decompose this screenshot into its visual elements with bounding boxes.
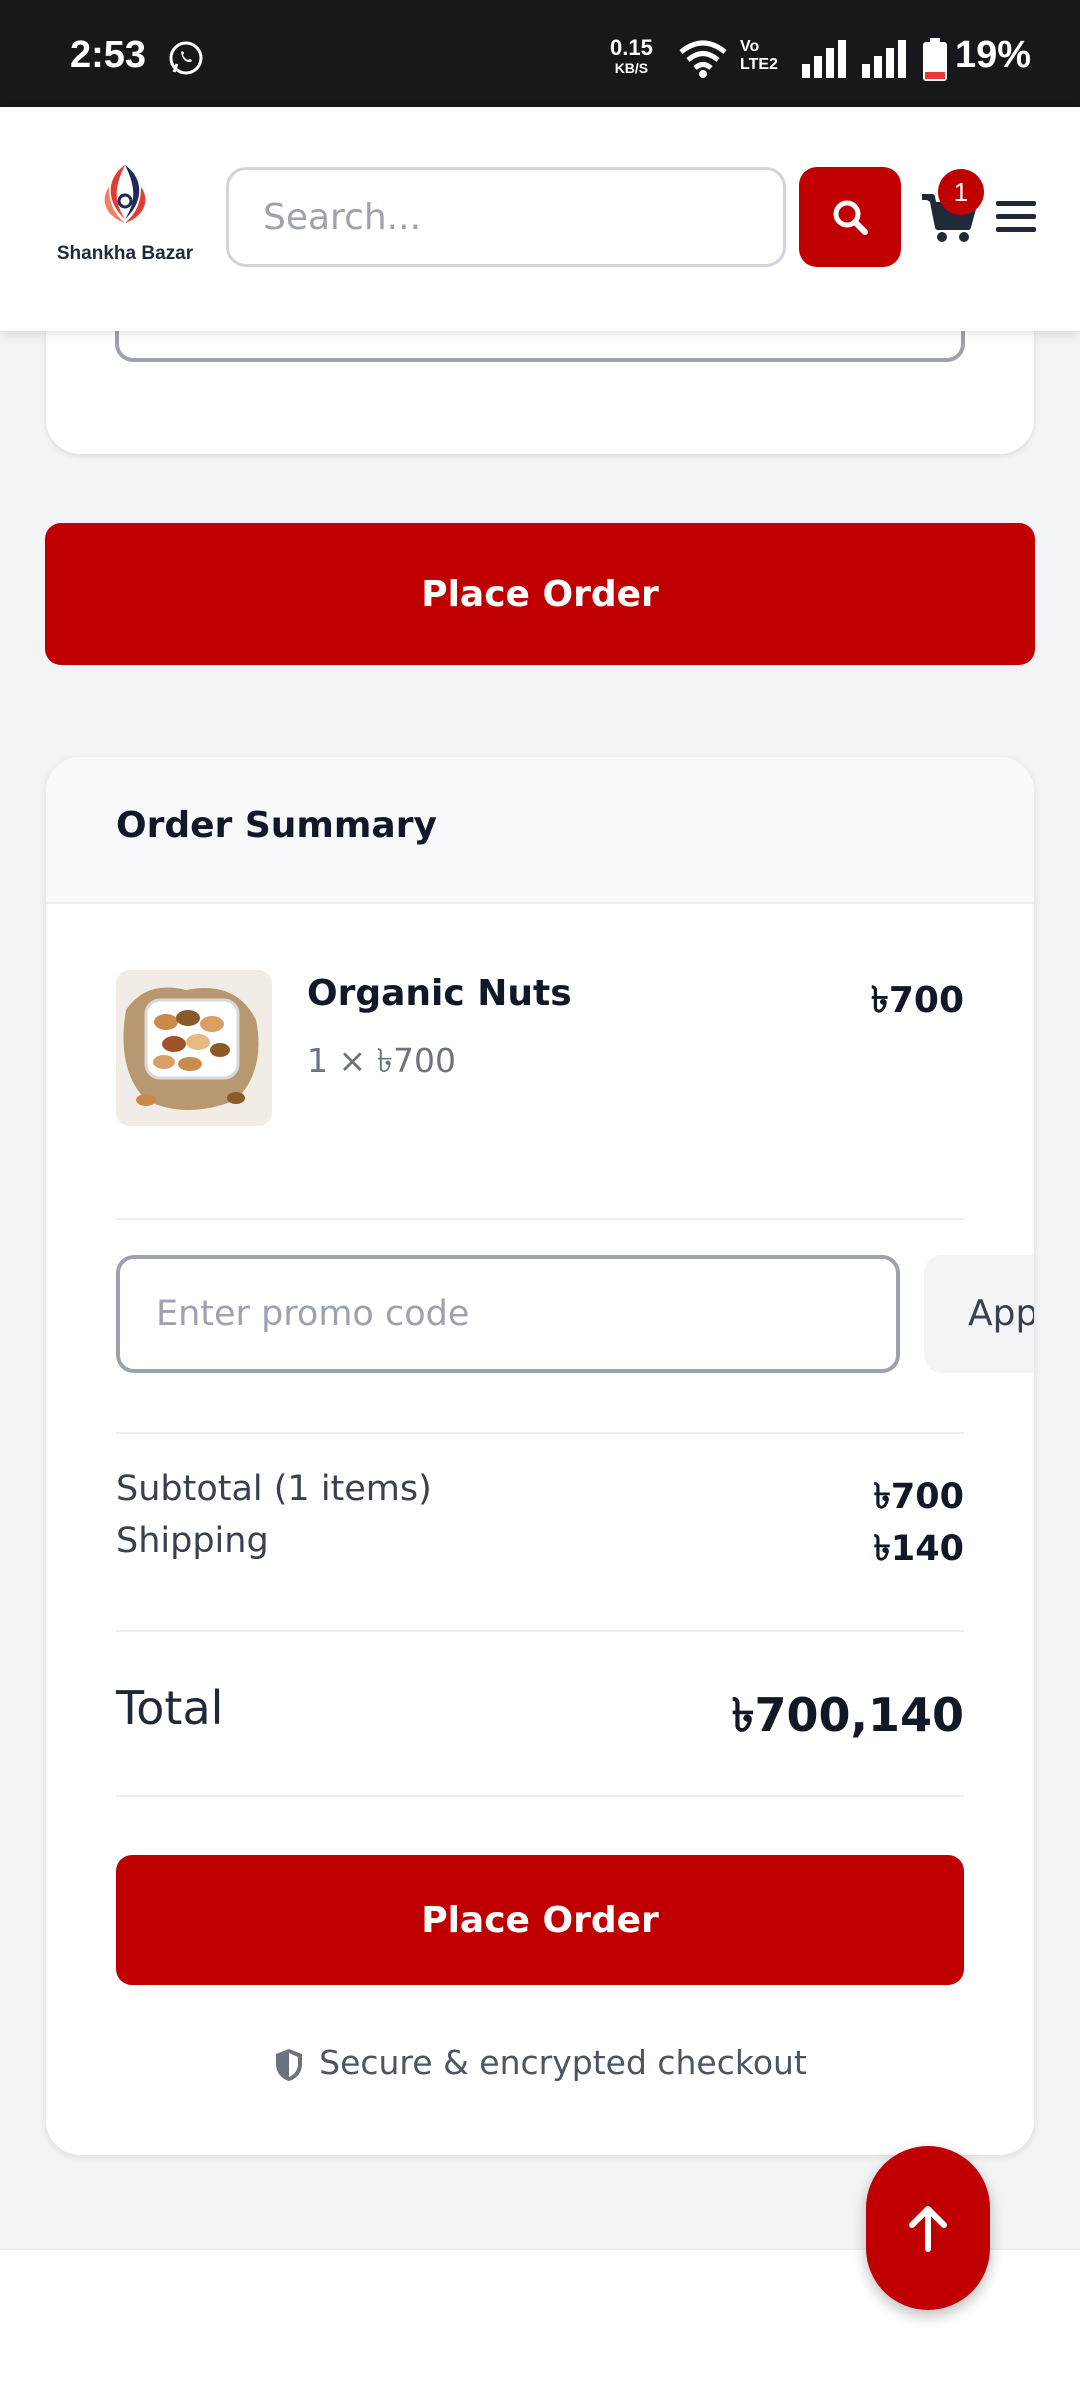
divider — [116, 1432, 964, 1434]
search-button[interactable] — [799, 167, 901, 267]
subtotal-value: ৳700 — [873, 1477, 965, 1517]
place-order-button[interactable]: Place Order — [45, 523, 1035, 665]
place-order-button-summary[interactable]: Place Order — [116, 1855, 964, 1985]
volte-indicator: Vo LTE2 — [740, 38, 778, 74]
logo[interactable]: Shankha Bazar — [45, 157, 205, 297]
product-thumbnail — [116, 970, 272, 1126]
secure-checkout-note: Secure & encrypted checkout — [46, 2043, 1034, 2083]
logo-text: Shankha Bazar — [56, 243, 194, 264]
arrow-up-icon — [909, 2206, 947, 2252]
shipping-value: ৳140 — [873, 1529, 965, 1569]
divider — [116, 1630, 964, 1632]
status-time: 2:53 — [70, 34, 147, 76]
subtotal-label: Subtotal (1 items) — [116, 1469, 432, 1509]
shipping-label: Shipping — [116, 1521, 269, 1561]
whatsapp-icon — [169, 41, 203, 75]
order-summary-title: Order Summary — [116, 805, 437, 846]
speed-value: 0.15 — [610, 35, 653, 60]
divider — [116, 1795, 964, 1797]
shankha-logo-icon — [104, 165, 146, 223]
total-value: ৳700,140 — [731, 1688, 964, 1742]
secure-checkout-text: Secure & encrypted checkout — [319, 2043, 807, 2082]
promo-code-input[interactable] — [116, 1255, 900, 1373]
nuts-image — [116, 970, 272, 1126]
cart-count-badge: 1 — [938, 169, 984, 215]
total-label: Total — [116, 1681, 224, 1735]
order-summary-header: Order Summary — [46, 757, 1034, 904]
status-bar: 2:53 0.15 KB/S Vo LTE2 19% — [0, 0, 1080, 107]
shield-icon — [276, 2048, 303, 2081]
menu-icon[interactable] — [994, 197, 1038, 237]
apply-promo-button[interactable]: Apply — [924, 1255, 1034, 1373]
signal-icon — [802, 40, 846, 78]
volte-label-1: Vo — [740, 38, 760, 55]
speed-unit: KB/S — [614, 60, 649, 76]
product-quantity-line: 1 × ৳700 — [307, 1041, 457, 1080]
order-summary-card: Order Summary Organic Nuts 1 × ৳700 ৳700… — [46, 757, 1034, 2155]
product-price: ৳700 — [870, 980, 964, 1021]
search-icon — [833, 200, 868, 235]
search-input[interactable] — [226, 167, 786, 267]
battery-icon — [923, 38, 947, 81]
wifi-icon — [679, 40, 727, 78]
scroll-to-top-button[interactable] — [866, 2146, 990, 2310]
divider — [116, 1218, 964, 1220]
signal-icon-2 — [862, 40, 906, 78]
product-name: Organic Nuts — [307, 973, 572, 1014]
site-header: Shankha Bazar 1 — [0, 107, 1080, 331]
volte-label-2: LTE2 — [740, 56, 778, 73]
battery-percent: 19% — [955, 34, 1032, 76]
network-speed: 0.15 KB/S — [610, 35, 653, 78]
